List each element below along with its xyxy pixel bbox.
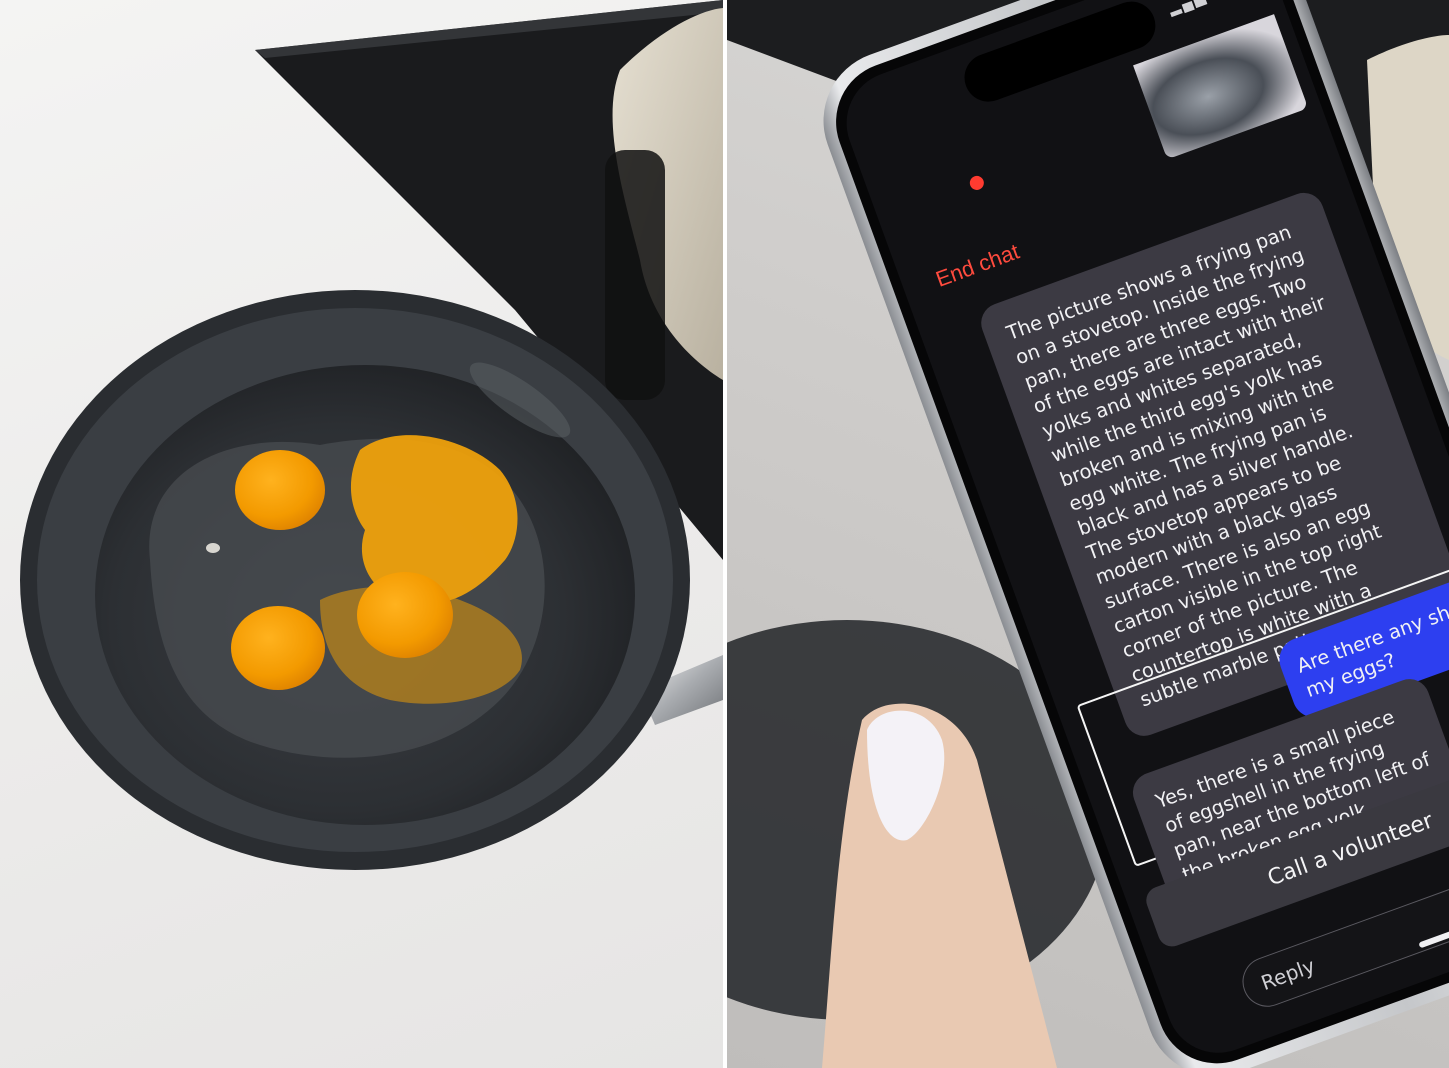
frying-pan-scene [20, 0, 723, 870]
yolk-bottom-left [231, 606, 325, 690]
photo-frying-pan [0, 0, 723, 1068]
camera-thumbnail[interactable] [1133, 14, 1309, 160]
end-chat-button[interactable]: End chat [932, 239, 1022, 293]
status-bar: ▂▄▆ ◠ ▭ [1166, 0, 1250, 17]
signal-icon: ▂▄▆ [1166, 0, 1210, 18]
wifi-icon: ◠ [1209, 0, 1229, 2]
photo-phone-chat: ▂▄▆ ◠ ▭ End chat The picture shows a fry… [727, 0, 1449, 1068]
split-photo: ▂▄▆ ◠ ▭ End chat The picture shows a fry… [0, 0, 1449, 1068]
yolk-top [235, 450, 325, 530]
recording-indicator-icon [967, 173, 986, 192]
eggshell-piece [206, 543, 220, 553]
yolk-bottom-right [357, 572, 453, 658]
